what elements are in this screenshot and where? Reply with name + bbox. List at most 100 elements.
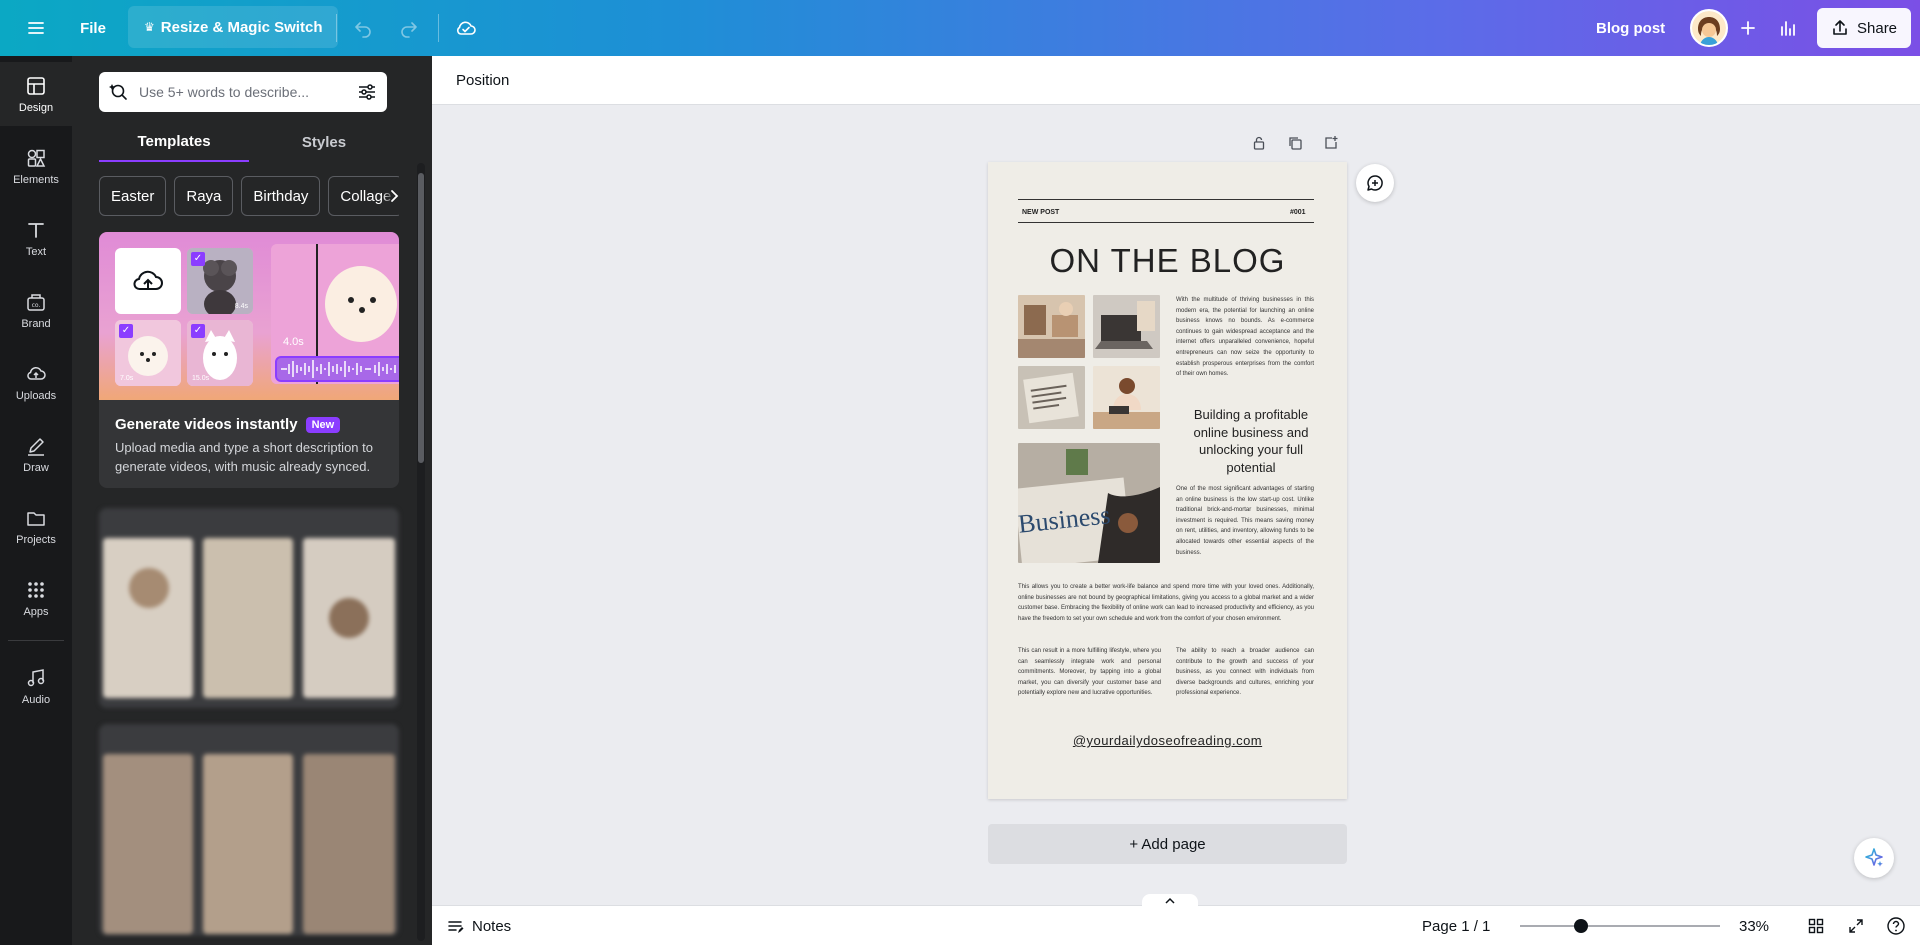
- toolbar-divider: [438, 14, 439, 42]
- share-label: Share: [1857, 19, 1898, 37]
- sparkle-icon: [1865, 848, 1883, 867]
- generate-videos-promo[interactable]: ✓ 8.4s ✓ 7.0s ✓ 15.0s 4.0s Generate vide…: [99, 232, 399, 488]
- promo-illustration: ✓ 8.4s ✓ 7.0s ✓ 15.0s 4.0s: [99, 232, 399, 400]
- kicker-issue-number[interactable]: #001: [1290, 209, 1306, 216]
- design-page[interactable]: NEW POST #001 ON THE BLOG Business With …: [988, 162, 1347, 799]
- grid-view-icon: [1808, 918, 1824, 934]
- fullscreen-button[interactable]: [1842, 912, 1870, 940]
- lock-icon[interactable]: [1248, 132, 1270, 154]
- upload-cloud-icon: [133, 270, 163, 290]
- text-icon: [28, 222, 44, 238]
- pomeranian-thumbnail: ✓ 7.0s: [115, 320, 181, 386]
- template-results-loading[interactable]: [99, 724, 399, 936]
- zoom-level[interactable]: 33%: [1732, 910, 1776, 942]
- rail-item-apps[interactable]: Apps: [0, 566, 72, 630]
- photo-woman-working[interactable]: [1093, 366, 1160, 429]
- chip-raya[interactable]: Raya: [174, 176, 234, 216]
- grid-view-button[interactable]: [1802, 912, 1830, 940]
- elements-icon: [27, 149, 46, 167]
- zoom-slider-thumb[interactable]: [1574, 919, 1588, 933]
- add-comment-button[interactable]: [1356, 164, 1394, 202]
- rail-item-design[interactable]: Design: [0, 62, 72, 126]
- analytics-icon: [1781, 21, 1795, 36]
- menu-button[interactable]: [16, 8, 56, 48]
- panel-scroll-thumb[interactable]: [418, 173, 424, 463]
- redo-button[interactable]: [389, 8, 429, 48]
- add-page-icon[interactable]: [1320, 132, 1342, 154]
- rail-label: Uploads: [15, 389, 57, 402]
- photo-shopping[interactable]: [1018, 295, 1085, 358]
- rail-item-brand[interactable]: co. Brand: [0, 278, 72, 342]
- brand-icon: co.: [27, 293, 45, 311]
- chips-next-button[interactable]: [382, 184, 406, 208]
- tab-templates[interactable]: Templates: [99, 122, 249, 162]
- position-button[interactable]: Position: [448, 64, 517, 96]
- plus-icon: [1741, 21, 1755, 35]
- rail-label: Audio: [21, 693, 51, 706]
- rail-item-projects[interactable]: Projects: [0, 494, 72, 558]
- file-menu-button[interactable]: File: [70, 8, 116, 48]
- website-handle[interactable]: @yourdailydoseofreading.com: [988, 733, 1347, 748]
- add-collaborator-button[interactable]: [1728, 8, 1768, 48]
- template-results-loading[interactable]: [99, 508, 399, 708]
- photo-laptop[interactable]: [1093, 295, 1160, 358]
- resize-magic-switch-button[interactable]: ♛ Resize & Magic Switch: [128, 6, 339, 48]
- page-title[interactable]: ON THE BLOG: [988, 242, 1347, 280]
- help-icon: [1887, 917, 1905, 935]
- rail-item-audio[interactable]: Audio: [0, 654, 72, 718]
- check-icon: ✓: [191, 252, 205, 266]
- photo-newspaper[interactable]: [1018, 366, 1085, 429]
- rule-line: [1018, 199, 1314, 200]
- balance-paragraph[interactable]: This allows you to create a better work-…: [1018, 582, 1314, 624]
- intro-paragraph[interactable]: With the multitude of thriving businesse…: [1176, 295, 1314, 380]
- video-preview: 4.0s: [271, 244, 399, 384]
- chip-easter[interactable]: Easter: [99, 176, 167, 216]
- insights-button[interactable]: [1768, 8, 1808, 48]
- avatar[interactable]: [1690, 9, 1728, 47]
- menu-icon: [28, 22, 44, 34]
- document-title[interactable]: Blog post: [1580, 8, 1681, 48]
- design-icon: [27, 76, 45, 95]
- photo-business-handshake[interactable]: Business: [1018, 443, 1160, 563]
- promo-description: Upload media and type a short descriptio…: [115, 440, 373, 474]
- chevron-right-icon: [391, 190, 399, 202]
- promo-title-text: Generate videos instantly: [115, 416, 298, 433]
- comment-plus-icon: [1367, 175, 1383, 191]
- check-icon: ✓: [119, 324, 133, 338]
- draw-icon: [28, 437, 44, 456]
- category-chips: Easter Raya Birthday Collage: [99, 176, 399, 216]
- upload-tile: [115, 248, 181, 314]
- advantages-paragraph[interactable]: One of the most significant advantages o…: [1176, 484, 1314, 558]
- lifestyle-paragraph[interactable]: This can result in a more fulfilling lif…: [1018, 646, 1161, 699]
- kicker-new-post[interactable]: NEW POST: [1022, 209, 1059, 216]
- undo-button[interactable]: [343, 8, 383, 48]
- notes-icon: [448, 921, 464, 933]
- svg-text:co.: co.: [32, 302, 41, 309]
- rail-label: Design: [18, 101, 54, 114]
- section-heading[interactable]: Building a profitable online business an…: [1176, 406, 1326, 476]
- notes-button[interactable]: Notes: [446, 910, 511, 942]
- share-button[interactable]: Share: [1817, 8, 1912, 48]
- magic-assistant-button[interactable]: [1854, 838, 1894, 878]
- show-pages-button[interactable]: [1142, 894, 1198, 908]
- audio-icon: [27, 668, 45, 686]
- rail-item-uploads[interactable]: Uploads: [0, 350, 72, 414]
- panel-scrollbar[interactable]: [417, 163, 425, 941]
- filter-icon[interactable]: [357, 82, 377, 102]
- search-input[interactable]: [139, 84, 347, 100]
- duplicate-page-icon[interactable]: [1284, 132, 1306, 154]
- add-page-button[interactable]: + Add page: [988, 824, 1347, 864]
- resize-label: Resize & Magic Switch: [160, 18, 323, 36]
- audience-paragraph[interactable]: The ability to reach a broader audience …: [1176, 646, 1314, 699]
- zoom-slider[interactable]: [1520, 925, 1720, 927]
- help-button[interactable]: [1882, 912, 1910, 940]
- page-count-button[interactable]: Page 1 / 1: [1422, 910, 1490, 942]
- save-status-button[interactable]: [446, 8, 486, 48]
- tab-styles[interactable]: Styles: [249, 122, 399, 162]
- rail-item-elements[interactable]: Elements: [0, 134, 72, 198]
- rail-item-draw[interactable]: Draw: [0, 422, 72, 486]
- rail-label: Text: [25, 245, 47, 258]
- rail-item-text[interactable]: Text: [0, 206, 72, 270]
- rail-divider: [8, 640, 64, 641]
- chip-birthday[interactable]: Birthday: [241, 176, 321, 216]
